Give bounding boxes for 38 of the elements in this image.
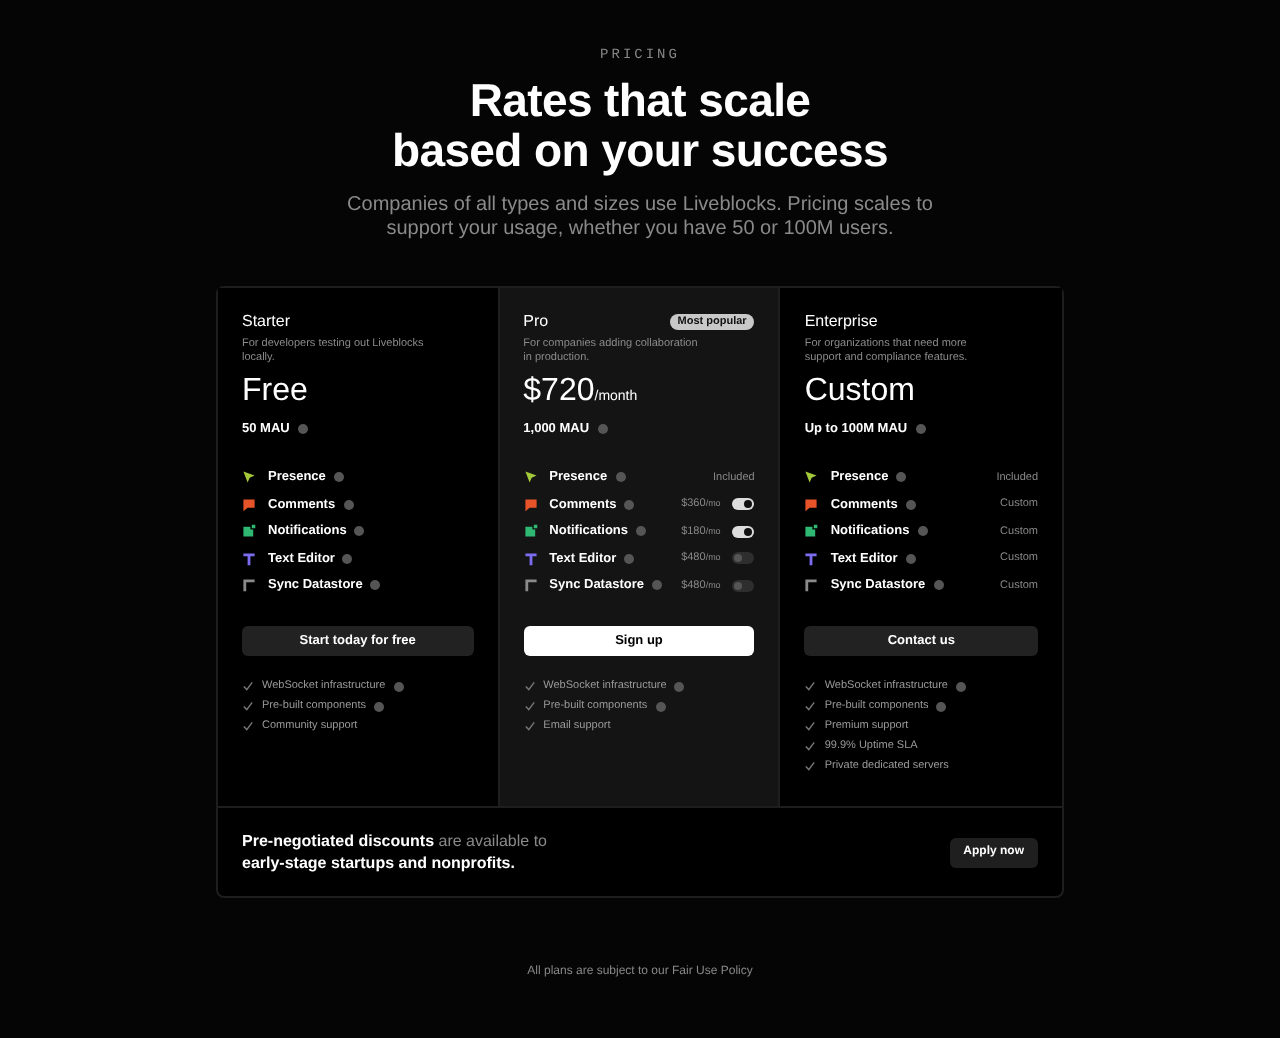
toggle-switch[interactable]	[732, 579, 755, 592]
info-icon[interactable]	[370, 580, 381, 591]
plan-price: Free	[242, 374, 308, 410]
info-icon[interactable]	[955, 681, 966, 692]
info-icon[interactable]	[933, 580, 944, 591]
info-icon[interactable]	[393, 681, 404, 692]
info-icon[interactable]	[896, 472, 907, 483]
plan-price: $720	[523, 374, 595, 410]
toggle-switch[interactable]	[732, 525, 755, 538]
plan-name: Starter	[242, 312, 291, 330]
info-icon[interactable]	[655, 701, 666, 712]
info-icon[interactable]	[333, 472, 344, 483]
plan-name: Enterprise	[804, 312, 878, 330]
plan-name: Pro	[523, 312, 549, 330]
info-icon[interactable]	[297, 424, 308, 434]
info-icon[interactable]	[373, 701, 384, 712]
info-icon[interactable]	[597, 424, 608, 434]
info-icon[interactable]	[905, 499, 916, 510]
info-icon[interactable]	[354, 526, 365, 537]
page-heading: Rates that scale	[469, 76, 811, 126]
discount-text: Pre-negotiated discounts are available to early-stage startups and nonprofits.	[242, 830, 549, 874]
info-icon[interactable]	[905, 553, 916, 564]
toggle-switch[interactable]	[732, 498, 755, 511]
info-icon[interactable]	[624, 553, 635, 564]
info-icon[interactable]	[636, 526, 647, 537]
info-icon[interactable]	[343, 499, 354, 510]
plan-price: Custom	[804, 374, 915, 410]
info-icon[interactable]	[342, 553, 353, 564]
info-icon[interactable]	[615, 472, 626, 483]
info-icon[interactable]	[651, 580, 662, 591]
subtitle: Companies of all types and sizes use Liveblocks. Pricing scales to support your usage, whether you have 50 or 100M users.	[345, 194, 935, 242]
toggle-switch[interactable]	[732, 552, 755, 565]
info-icon[interactable]	[624, 499, 635, 510]
info-icon[interactable]	[917, 526, 928, 537]
info-icon[interactable]	[915, 424, 926, 434]
info-icon[interactable]	[936, 701, 947, 712]
info-icon[interactable]	[674, 681, 685, 692]
page-heading: based on your success	[391, 126, 889, 176]
